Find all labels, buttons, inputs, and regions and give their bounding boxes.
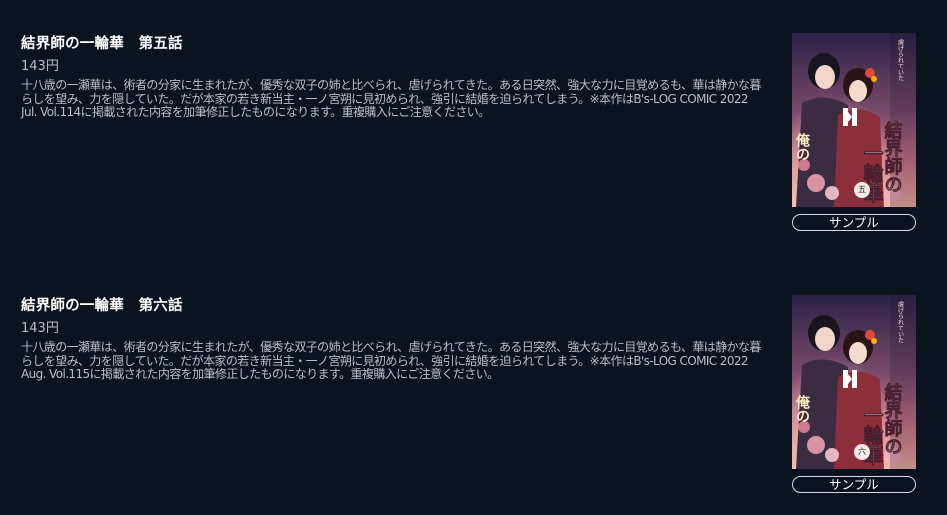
episode-list: 結界師の一輪華 第五話 143円 十八歳の一瀬華は、術者の分家に生まれたが、優秀… — [0, 0, 947, 515]
sample-button[interactable]: サンプル — [792, 476, 916, 493]
episode-price: 143円 — [21, 321, 59, 336]
cover-title: 結界師の — [882, 382, 903, 455]
svg-text:俺の: 俺の — [794, 132, 811, 161]
episode-title[interactable]: 結界師の一輪華 第五話 — [21, 32, 183, 53]
episode-description: 十八歳の一瀬華は、術者の分家に生まれたが、優秀な双子の姉と比べられ、虐げられてき… — [21, 78, 761, 120]
sample-button[interactable]: サンプル — [792, 214, 916, 231]
episode-title[interactable]: 結界師の一輪華 第六話 — [21, 294, 183, 315]
episode-item: 結界師の一輪華 第五話 143円 十八歳の一瀬華は、術者の分家に生まれたが、優秀… — [0, 0, 947, 240]
play-pause-icon[interactable] — [841, 106, 859, 128]
svg-text:虐げられていた: 虐げられていた — [897, 38, 904, 81]
svg-text:虐げられていた: 虐げられていた — [897, 300, 904, 343]
svg-text:俺の: 俺の — [794, 394, 811, 423]
volume-badge: 五 — [854, 182, 870, 198]
cover-image[interactable]: 結界師の 一輪華 俺の 虐げられていた 五 — [792, 33, 916, 207]
play-pause-icon[interactable] — [841, 368, 859, 390]
episode-price: 143円 — [21, 59, 59, 74]
episode-description: 十八歳の一瀬華は、術者の分家に生まれたが、優秀な双子の姉と比べられ、虐げられてき… — [21, 340, 761, 382]
volume-badge: 六 — [854, 444, 870, 460]
cover-title: 結界師の — [882, 120, 903, 193]
cover-image[interactable]: 結界師の 一輪華 俺の 虐げられていた 六 — [792, 295, 916, 469]
episode-item: 結界師の一輪華 第六話 143円 十八歳の一瀬華は、術者の分家に生まれたが、優秀… — [0, 262, 947, 502]
